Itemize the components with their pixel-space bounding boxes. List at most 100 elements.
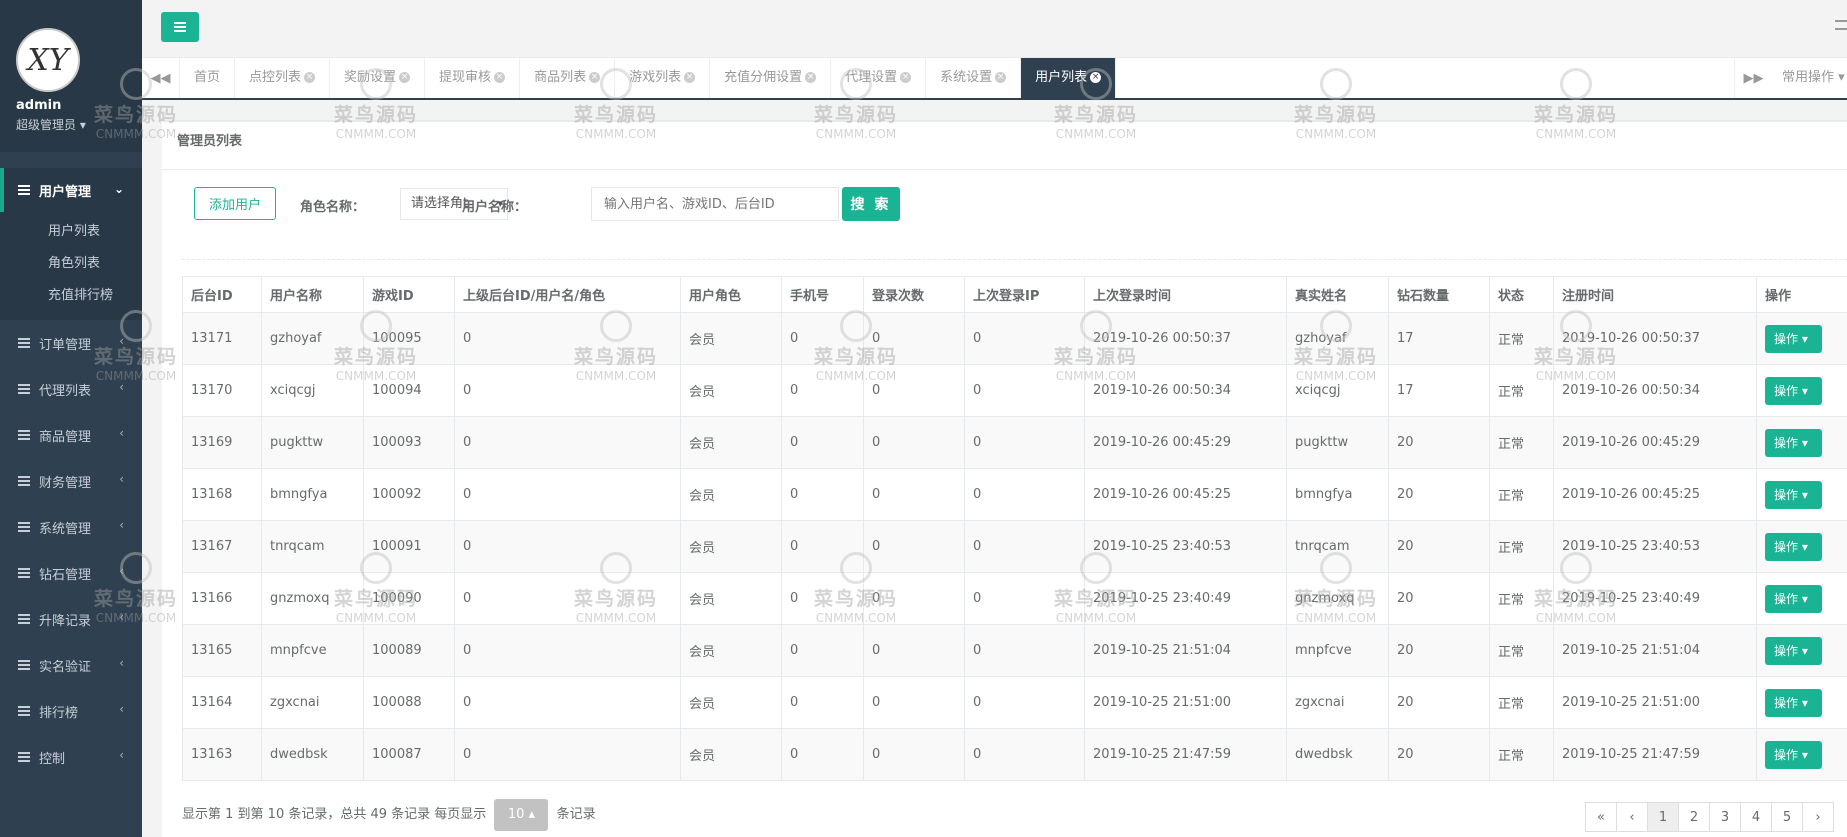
column-header[interactable]: 操作 — [1756, 276, 1847, 313]
tab-scroll-right-button[interactable]: ▶▶ — [1734, 58, 1772, 98]
avatar[interactable]: XY — [16, 28, 80, 92]
tab[interactable]: 游戏列表 × — [615, 58, 711, 98]
sidebar-item-user-management[interactable]: 用户管理 ⌄ — [0, 168, 142, 212]
table-cell: 0 — [454, 520, 681, 573]
sidebar-item[interactable]: 升降记录 ‹ — [0, 596, 142, 642]
sidebar-nav: 用户管理 ⌄ 用户列表 角色列表 充值排行榜 订单管理 ‹ 代理列表 ‹ 商品管理 ‹ 财务… — [0, 168, 142, 780]
close-icon[interactable]: × — [494, 72, 506, 83]
column-header[interactable]: 登录次数 — [863, 276, 965, 313]
tab[interactable]: 首页 — [180, 58, 236, 98]
column-header[interactable]: 用户角色 — [680, 276, 782, 313]
column-header[interactable]: 上次登录IP — [964, 276, 1085, 313]
pagination: «‹ 1 2 3 4 5 › — [1585, 802, 1834, 832]
row-action-button[interactable]: 操作 ▾ — [1765, 636, 1822, 665]
sidebar-item[interactable]: 订单管理 ‹ — [0, 320, 142, 366]
column-header[interactable]: 真实姓名 — [1286, 276, 1389, 313]
close-icon[interactable]: × — [589, 72, 601, 83]
close-icon[interactable]: × — [900, 72, 912, 83]
page-button[interactable]: 4 — [1740, 802, 1772, 832]
sidebar-item[interactable]: 钻石管理 ‹ — [0, 550, 142, 596]
menu-icon — [18, 706, 30, 716]
row-action-button[interactable]: 操作 ▾ — [1765, 480, 1822, 509]
row-action-button[interactable]: 操作 ▾ — [1765, 428, 1822, 457]
column-header[interactable]: 上次登录时间 — [1084, 276, 1287, 313]
sidebar-item[interactable]: 控制 ‹ — [0, 734, 142, 780]
sidebar-item[interactable]: 商品管理 ‹ — [0, 412, 142, 458]
table-cell: 2019-10-25 23:40:53 — [1084, 520, 1287, 573]
table-cell: 会员 — [680, 416, 782, 469]
page-button[interactable]: › — [1802, 802, 1834, 832]
table-body: 13171 gzhoyaf 100095 0 会员 0 0 0 2019-10-26 00:50… — [182, 312, 1847, 781]
tab[interactable]: 代理设置 × — [831, 58, 927, 98]
user-role-dropdown[interactable]: 超级管理员 ▾ — [16, 116, 86, 133]
row-action-button[interactable]: 操作 ▾ — [1765, 688, 1822, 717]
sidebar-item-label: 商品管理 — [39, 429, 92, 445]
row-action-button[interactable]: 操作 ▾ — [1765, 324, 1822, 353]
tab[interactable]: 商品列表 × — [520, 58, 616, 98]
tab[interactable]: 充值分佣设置 × — [710, 58, 832, 98]
page-button[interactable]: « — [1585, 802, 1617, 832]
search-button[interactable]: 搜 索 — [842, 187, 900, 221]
sidebar-item-label: 钻石管理 — [39, 567, 92, 583]
add-user-button[interactable]: 添加用户 — [194, 187, 276, 220]
tab-label: 提现审核 — [439, 70, 492, 85]
close-icon[interactable]: × — [684, 72, 696, 83]
page-button[interactable]: 1 — [1647, 802, 1679, 832]
close-icon[interactable]: × — [304, 72, 316, 83]
close-icon[interactable]: × — [399, 72, 411, 83]
sidebar-item[interactable]: 排行榜 ‹ — [0, 688, 142, 734]
tab[interactable]: 用户列表 × — [1021, 58, 1117, 98]
sidebar-item[interactable]: 系统管理 ‹ — [0, 504, 142, 550]
tab-scroll-left-button[interactable]: ◀◀ — [142, 58, 180, 98]
table-cell: 100089 — [363, 624, 455, 677]
tab-label: 游戏列表 — [629, 70, 682, 85]
table-row: 13165 mnpfcve 100089 0 会员 0 0 0 2019-10-25 21:51… — [182, 624, 1847, 677]
sidebar-subitem-user-list[interactable]: 用户列表 — [0, 216, 142, 248]
menu-icon — [18, 384, 30, 394]
menu-icon — [18, 522, 30, 532]
page-size-select[interactable]: 10 ▴ — [494, 798, 549, 831]
menu-toggle-button[interactable] — [161, 12, 199, 42]
column-header[interactable]: 用户名称 — [261, 276, 364, 313]
page-button[interactable]: ‹ — [1616, 802, 1648, 832]
page-button[interactable]: 3 — [1709, 802, 1741, 832]
sidebar-item-label: 用户管理 — [39, 184, 92, 200]
tab[interactable]: 点控列表 × — [235, 58, 331, 98]
column-header[interactable]: 后台ID — [182, 276, 262, 313]
sidebar-subitem-role-list[interactable]: 角色列表 — [0, 248, 142, 280]
column-header[interactable]: 手机号 — [781, 276, 864, 313]
table-cell: 2019-10-25 21:47:59 — [1084, 728, 1287, 781]
table-cell: 0 — [964, 312, 1085, 365]
common-operations-dropdown[interactable]: 常用操作 ▾ — [1772, 58, 1847, 98]
sidebar-item[interactable]: 财务管理 ‹ — [0, 458, 142, 504]
more-icon[interactable] — [1835, 20, 1847, 30]
page-button[interactable]: 5 — [1771, 802, 1803, 832]
column-header[interactable]: 上级后台ID/用户名/角色 — [454, 276, 681, 313]
table-cell: dwedbsk — [261, 728, 364, 781]
sidebar: XY admin 超级管理员 ▾ 用户管理 ⌄ 用户列表 角色列表 充值排行榜 … — [0, 0, 142, 837]
column-header[interactable]: 游戏ID — [363, 276, 455, 313]
row-action-button[interactable]: 操作 ▾ — [1765, 740, 1822, 769]
tab[interactable]: 奖励设置 × — [330, 58, 426, 98]
close-icon[interactable]: × — [805, 72, 817, 83]
row-action-button[interactable]: 操作 ▾ — [1765, 532, 1822, 561]
table-cell: pugkttw — [261, 416, 364, 469]
close-icon[interactable]: × — [995, 72, 1007, 83]
table-cell: 100095 — [363, 312, 455, 365]
row-action-button[interactable]: 操作 ▾ — [1765, 584, 1822, 613]
search-input[interactable] — [591, 187, 839, 221]
column-header[interactable]: 钻石数量 — [1388, 276, 1490, 313]
sidebar-item[interactable]: 代理列表 ‹ — [0, 366, 142, 412]
column-header[interactable]: 注册时间 — [1553, 276, 1757, 313]
column-header[interactable]: 状态 — [1489, 276, 1554, 313]
sidebar-item[interactable]: 实名验证 ‹ — [0, 642, 142, 688]
sidebar-subitem-recharge-ranking[interactable]: 充值排行榜 — [0, 280, 142, 312]
panel: 管理员列表 添加用户 角色名称： 请选择角t 用户名称： 搜 索 后台ID用户名… — [162, 120, 1847, 837]
page-button[interactable]: 2 — [1678, 802, 1710, 832]
sidebar-item-label: 订单管理 — [39, 337, 92, 353]
close-icon[interactable]: × — [1090, 72, 1102, 83]
tab[interactable]: 系统设置 × — [926, 58, 1022, 98]
tab[interactable]: 提现审核 × — [425, 58, 521, 98]
table-cell: bmngfya — [1286, 468, 1389, 521]
row-action-button[interactable]: 操作 ▾ — [1765, 376, 1822, 405]
